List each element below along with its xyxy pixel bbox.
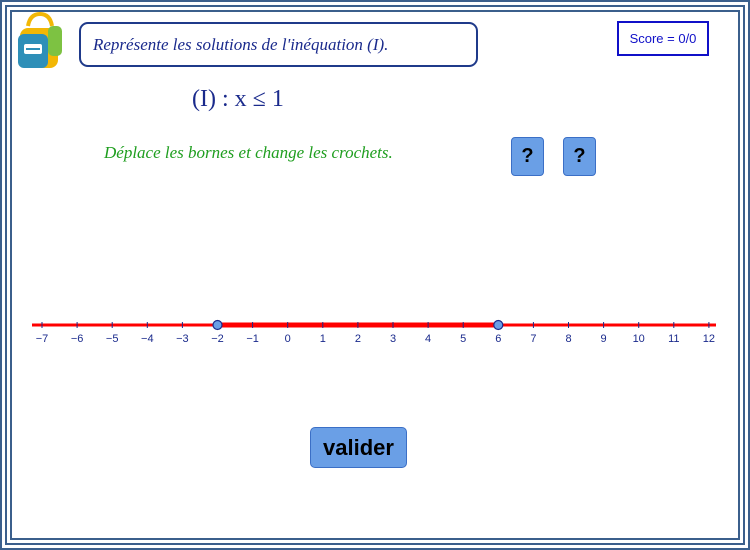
tick-label: 11 <box>668 333 679 345</box>
tick-label: 2 <box>355 333 361 345</box>
tick-label: 0 <box>285 333 291 345</box>
tick-label: 6 <box>495 333 501 345</box>
backpack-logo-icon <box>18 12 62 68</box>
tick-label: −3 <box>176 333 189 345</box>
hint-text: Déplace les bornes et change les crochet… <box>104 143 393 162</box>
score-text: Score = 0/0 <box>629 31 697 46</box>
tick-label: 1 <box>320 333 326 345</box>
inequation-formula: (I) : x ≤ 1 <box>192 86 284 112</box>
tick-label: 10 <box>633 333 645 345</box>
left-bound-handle[interactable] <box>212 319 223 331</box>
score-display: Score = 0/0 <box>617 21 709 56</box>
tick-label: −4 <box>141 333 154 345</box>
right-bound-handle[interactable] <box>493 319 504 331</box>
left-bracket-button[interactable]: ? <box>511 137 544 176</box>
tick-label: −7 <box>36 333 49 345</box>
tick-label: 4 <box>425 333 431 345</box>
number-line: −7 −6 −5 −4 −3 −2 −1 0 1 2 3 4 5 6 7 8 9 10 11 12 <box>32 319 716 345</box>
tick-label: −5 <box>106 333 119 345</box>
tick-label: 12 <box>703 333 715 345</box>
tick-label: −6 <box>71 333 84 345</box>
tick-label: 5 <box>460 333 466 345</box>
right-bracket-button[interactable]: ? <box>563 137 596 176</box>
tick-label: 3 <box>390 333 396 345</box>
tick-label: 8 <box>565 333 571 345</box>
tick-label: −1 <box>246 333 259 345</box>
tick-label: 7 <box>530 333 536 345</box>
validate-button[interactable]: valider <box>310 427 407 468</box>
tick-label: 9 <box>601 333 607 345</box>
instruction-box: Représente les solutions de l'inéquation… <box>79 22 478 67</box>
tick-label: −2 <box>211 333 224 345</box>
instruction-text: Représente les solutions de l'inéquation… <box>93 34 389 54</box>
